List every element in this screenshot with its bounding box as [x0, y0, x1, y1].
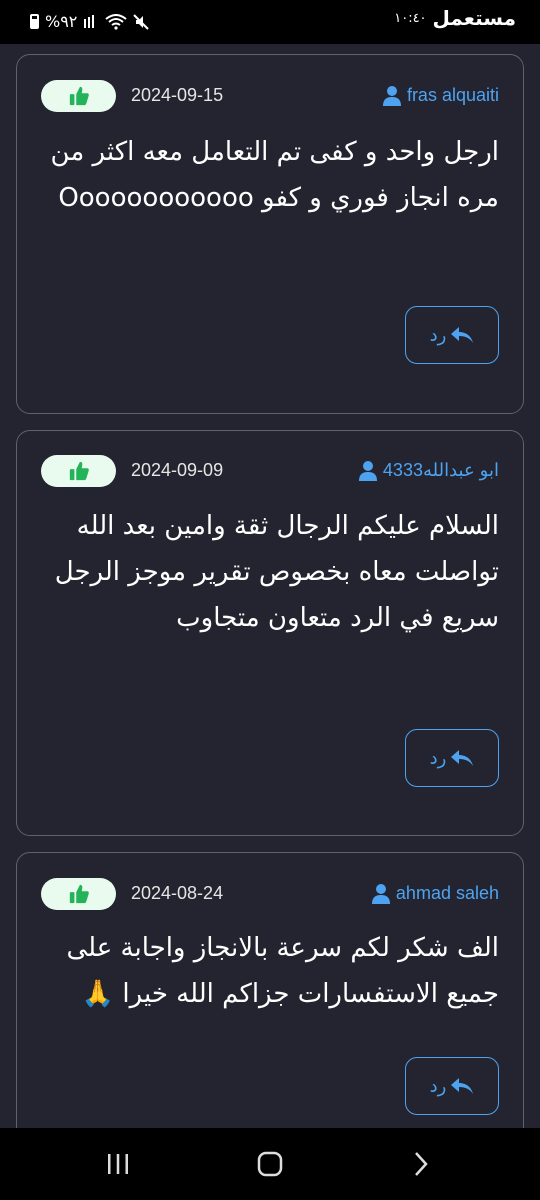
review-author[interactable]: ahmad saleh: [371, 883, 499, 904]
thumbs-up-icon: [69, 461, 89, 481]
back-button[interactable]: [406, 1150, 434, 1178]
user-icon: [358, 460, 377, 481]
author-name: fras alquaiti: [406, 85, 499, 105]
status-right: ١٠:٤٠ مستعمل: [394, 6, 516, 30]
reply-arrow-icon: [451, 750, 474, 766]
review-card: 2024-09-15 fras alquaiti ارجل واحد و كفى…: [16, 54, 524, 414]
reply-arrow-icon: [451, 1078, 474, 1094]
user-icon: [371, 883, 390, 904]
reply-label: رد: [429, 747, 447, 769]
reply-label: رد: [429, 324, 447, 346]
review-text: السلام عليكم الرجال ثقة وامين بعد الله ت…: [54, 511, 499, 633]
author-name: ابو عبدالله4333: [382, 460, 499, 480]
review-card: 2024-08-24 ahmad saleh الف شكر لكم سرعة …: [16, 852, 524, 1152]
author-name: ahmad saleh: [395, 883, 499, 903]
wifi-icon: [105, 13, 128, 30]
navigation-bar: [0, 1128, 540, 1200]
status-bar: %٩٢ ١٠:٤٠ مستعمل: [0, 0, 540, 44]
status-left: %٩٢: [30, 12, 150, 31]
reply-button[interactable]: رد: [405, 306, 499, 364]
reply-arrow-icon: [451, 327, 474, 343]
reply-button[interactable]: رد: [405, 1057, 499, 1115]
review-text: الف شكر لكم سرعة بالانجاز واجابة على جمي…: [66, 933, 499, 1009]
mute-icon: [133, 13, 150, 30]
app-logo: مستعمل: [432, 6, 516, 30]
thumbs-up-icon: [69, 86, 89, 106]
like-button[interactable]: [41, 80, 116, 112]
user-icon: [382, 85, 401, 106]
review-author[interactable]: fras alquaiti: [382, 85, 499, 106]
signal-icon: [84, 14, 95, 28]
review-author[interactable]: ابو عبدالله4333: [358, 460, 499, 481]
battery-icon: [30, 14, 39, 29]
review-text: ارجل واحد و كفى تم التعامل معه اكثر من م…: [50, 137, 499, 213]
thumbs-up-icon: [69, 884, 89, 904]
like-button[interactable]: [41, 455, 116, 487]
review-date: 2024-08-24: [131, 883, 224, 903]
like-button[interactable]: [41, 878, 116, 910]
recent-apps-button[interactable]: [104, 1150, 132, 1178]
home-button[interactable]: [256, 1150, 284, 1178]
review-date: 2024-09-15: [131, 85, 224, 105]
review-date: 2024-09-09: [131, 460, 224, 480]
reply-label: رد: [429, 1075, 447, 1097]
review-card: 2024-09-09 ابو عبدالله4333 السلام عليكم …: [16, 430, 524, 836]
clock: ١٠:٤٠: [394, 10, 427, 26]
battery-level: %٩٢: [45, 12, 78, 31]
reply-button[interactable]: رد: [405, 729, 499, 787]
